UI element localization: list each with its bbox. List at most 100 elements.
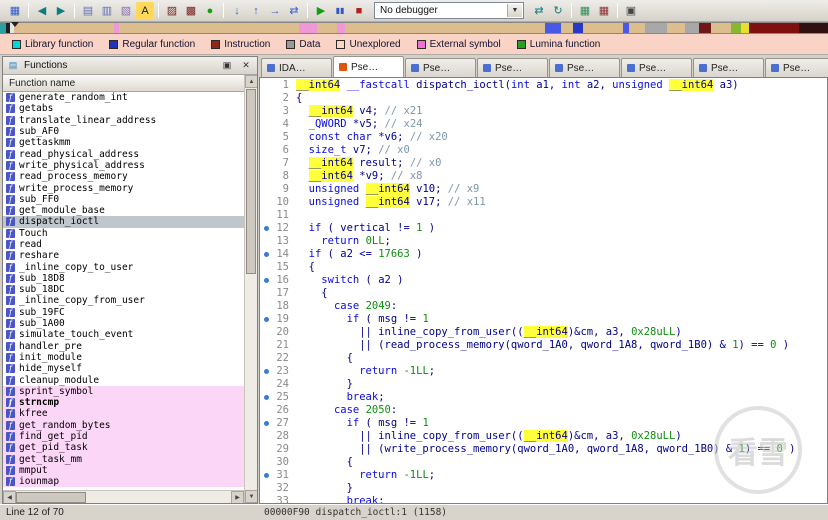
code-line[interactable]: 7 __int64 result; // x0	[260, 157, 827, 170]
function-row[interactable]: f sub_FF0	[3, 194, 244, 205]
pause-process-icon[interactable]: ▮▮	[331, 2, 349, 20]
function-row[interactable]: f Touch	[3, 228, 244, 239]
open-views-icon[interactable]: ▤	[79, 2, 97, 20]
function-row[interactable]: f sub_18DC	[3, 284, 244, 295]
back-icon[interactable]: ◀	[33, 2, 51, 20]
code-line[interactable]: 31 return -1LL;	[260, 469, 827, 482]
function-row[interactable]: f dispatch_ioctl	[3, 216, 244, 228]
code-line[interactable]: 22 {	[260, 352, 827, 365]
navigation-band[interactable]	[0, 22, 828, 34]
jump-function-icon[interactable]: →	[266, 2, 284, 20]
close-panel-icon[interactable]: ✕	[239, 59, 253, 72]
function-row[interactable]: f generate_random_int	[3, 92, 244, 103]
function-row[interactable]: f sub_1A00	[3, 318, 244, 329]
dropdown-arrow-icon[interactable]: ▼	[507, 4, 522, 17]
functions-horizontal-scrollbar[interactable]: ◀ ▶	[3, 490, 244, 503]
function-row[interactable]: f read_process_memory	[3, 171, 244, 182]
breakpoints-icon[interactable]: ▦	[576, 2, 594, 20]
code-line[interactable]: 6 size_t v7; // x0	[260, 144, 827, 157]
code-line[interactable]: 25 break;	[260, 391, 827, 404]
code-line[interactable]: 21 || (read_process_memory(qword_1A0, qw…	[260, 339, 827, 352]
code-line[interactable]: 1 __int64 __fastcall dispatch_ioctl(int a…	[260, 79, 827, 92]
function-row[interactable]: f mmput	[3, 464, 244, 477]
code-line[interactable]: 5 const char *v6; // x20	[260, 131, 827, 144]
scroll-up-icon[interactable]: ▲	[245, 75, 257, 88]
function-row[interactable]: f _inline_copy_from_user	[3, 295, 244, 306]
segments-icon[interactable]: ▥	[98, 2, 116, 20]
stop-process-icon[interactable]: ■	[350, 2, 368, 20]
code-line[interactable]: 11	[260, 209, 827, 222]
function-row[interactable]: f gettaskmm	[3, 137, 244, 148]
tab-pseudocode-4[interactable]: Pse…	[549, 58, 620, 77]
function-row[interactable]: f find_get_pid	[3, 430, 244, 443]
colors-icon[interactable]: ▨	[163, 2, 181, 20]
start-process-icon[interactable]: ▶	[312, 2, 330, 20]
jump-name-icon[interactable]: ↑	[247, 2, 265, 20]
save-icon[interactable]: ▦	[6, 2, 24, 20]
function-row[interactable]: f sub_19FC	[3, 307, 244, 318]
text-options-icon[interactable]: A	[136, 1, 154, 20]
code-line[interactable]: 26 case 2050:	[260, 404, 827, 417]
function-row[interactable]: f handler_pre	[3, 341, 244, 352]
jump-xref-icon[interactable]: ⇄	[285, 2, 303, 20]
code-line[interactable]: 32 }	[260, 482, 827, 495]
function-row[interactable]: f get_pid_task	[3, 442, 244, 454]
restore-panel-icon[interactable]: ▣	[220, 59, 234, 72]
code-line[interactable]: 18 case 2049:	[260, 300, 827, 313]
function-row[interactable]: f get_random_bytes	[3, 419, 244, 431]
refresh-icon[interactable]: ↻	[549, 2, 567, 20]
code-line[interactable]: 13 return 0LL;	[260, 235, 827, 248]
scroll-right-icon[interactable]: ▶	[231, 491, 244, 503]
code-line[interactable]: 14 if ( a2 <= 17663 )	[260, 248, 827, 261]
function-row[interactable]: f simulate_touch_event	[3, 329, 244, 340]
function-row[interactable]: f write_physical_address	[3, 160, 244, 171]
function-row[interactable]: f hide_myself	[3, 363, 244, 374]
function-name-column-header[interactable]: Function name	[3, 75, 244, 92]
jump-address-icon[interactable]: ↓	[228, 2, 246, 20]
tab-pseudocode-7[interactable]: Pse…	[765, 58, 828, 77]
code-line[interactable]: 9 unsigned __int64 v10; // x9	[260, 183, 827, 196]
code-line[interactable]: 3 __int64 v4; // x21	[260, 105, 827, 118]
functions-vertical-scrollbar[interactable]: ▲ ▼	[244, 75, 257, 503]
code-line[interactable]: 27 if ( msg != 1	[260, 417, 827, 430]
tab-ida-view[interactable]: IDA…	[261, 58, 332, 77]
windows-list-icon[interactable]: ▣	[622, 2, 640, 20]
function-row[interactable]: f write_process_memory	[3, 182, 244, 194]
attach-icon[interactable]: ⇄	[530, 2, 548, 20]
function-row[interactable]: f kfree	[3, 408, 244, 420]
function-row[interactable]: f translate_linear_address	[3, 115, 244, 126]
tab-pseudocode-3[interactable]: Pse…	[477, 58, 548, 77]
tab-pseudocode-6[interactable]: Pse…	[693, 58, 764, 77]
structures-icon[interactable]: ▧	[117, 2, 135, 20]
reanalyze-icon[interactable]: ●	[201, 2, 219, 20]
debugger-select[interactable]: No debugger ▼	[374, 2, 524, 19]
function-row[interactable]: f get_task_mm	[3, 453, 244, 465]
function-row[interactable]: f sub_18D8	[3, 273, 244, 284]
code-line[interactable]: 29 || (write_process_memory(qword_1A0, q…	[260, 443, 827, 456]
code-line[interactable]: 20 || inline_copy_from_user((__int64)&cm…	[260, 326, 827, 339]
function-row[interactable]: f get_module_base	[3, 205, 244, 216]
function-row[interactable]: f sprint_symbol	[3, 385, 244, 398]
code-line[interactable]: 17 {	[260, 287, 827, 300]
horizontal-scroll-thumb[interactable]	[16, 492, 86, 503]
code-line[interactable]: 16 switch ( a2 )	[260, 274, 827, 287]
code-line[interactable]: 33 break;	[260, 495, 827, 503]
function-row[interactable]: f read_physical_address	[3, 148, 244, 160]
code-line[interactable]: 2{	[260, 92, 827, 105]
function-row[interactable]: f init_module	[3, 352, 244, 363]
function-row[interactable]: f strncmp	[3, 397, 244, 409]
code-line[interactable]: 28 || inline_copy_from_user((__int64)&cm…	[260, 430, 827, 443]
watches-icon[interactable]: ▦	[595, 2, 613, 20]
function-row[interactable]: f reshare	[3, 250, 244, 261]
function-row[interactable]: f _inline_copy_to_user	[3, 261, 244, 273]
vertical-scroll-thumb[interactable]	[246, 89, 256, 274]
tab-pseudocode-5[interactable]: Pse…	[621, 58, 692, 77]
vertical-scroll-track[interactable]	[245, 88, 257, 490]
tab-pseudocode-1[interactable]: Pse…	[333, 56, 404, 77]
tab-pseudocode-2[interactable]: Pse…	[405, 58, 476, 77]
function-row[interactable]: f read	[3, 239, 244, 250]
code-line[interactable]: 4 _QWORD *v5; // x24	[260, 118, 827, 131]
function-row[interactable]: f sub_AF0	[3, 126, 244, 137]
code-line[interactable]: 24 }	[260, 378, 827, 391]
snapshot-icon[interactable]: ▩	[182, 2, 200, 20]
